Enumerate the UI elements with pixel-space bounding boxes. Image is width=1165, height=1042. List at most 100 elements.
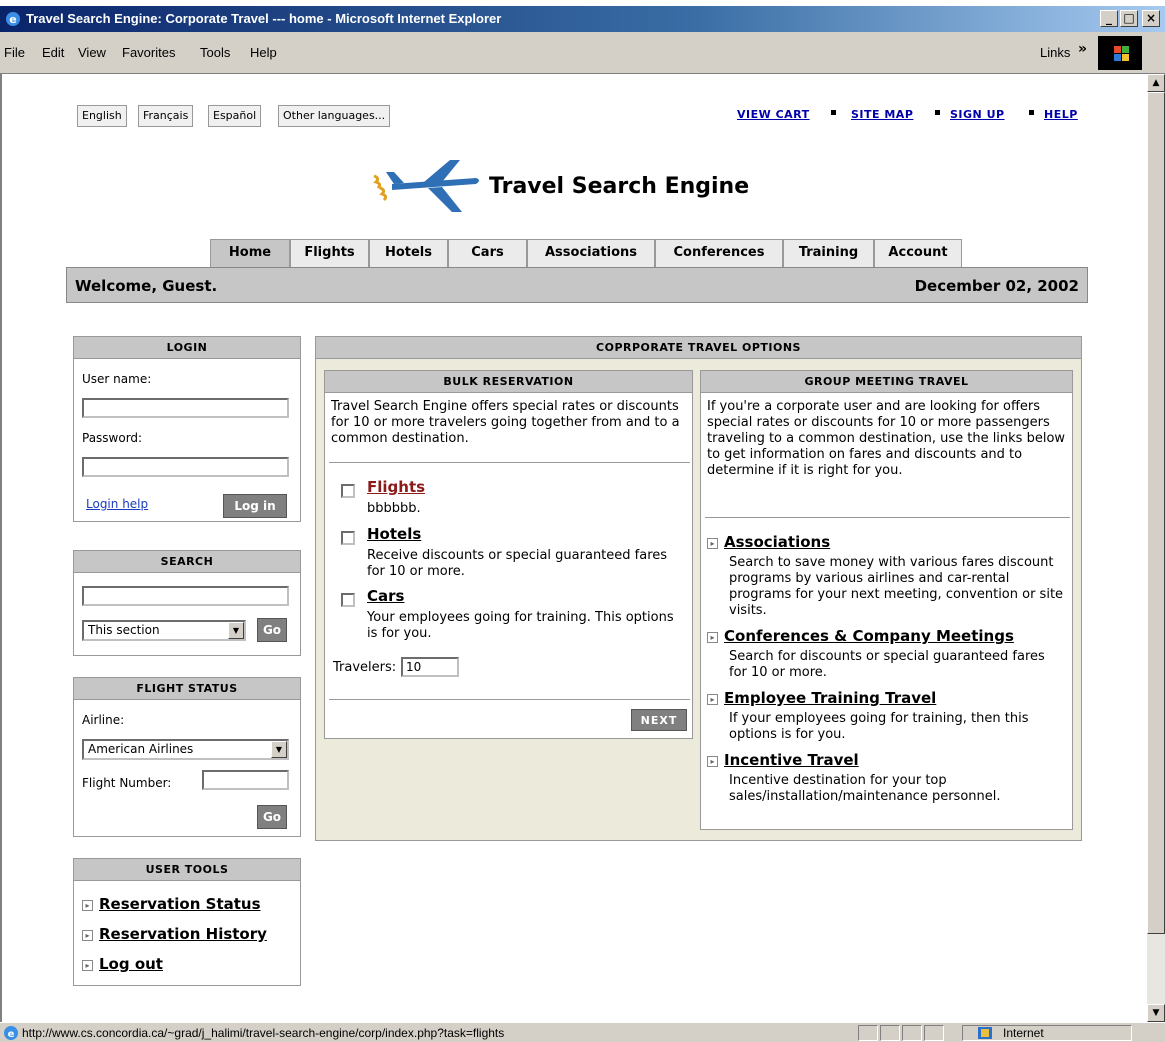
menu-help[interactable]: Help	[250, 45, 277, 60]
bulk-cars-link[interactable]: Cars	[367, 587, 404, 605]
corporate-travel-panel: COPRPORATE TRAVEL OPTIONS BULK RESERVATI…	[315, 336, 1082, 841]
airplane-logo-icon	[373, 160, 479, 212]
page-viewport: English Français Español Other languages…	[0, 74, 1147, 1022]
window-title: Travel Search Engine: Corporate Travel -…	[26, 11, 502, 26]
status-segment	[924, 1025, 944, 1041]
login-panel: LOGIN User name: Password: Login help Lo…	[73, 336, 301, 522]
group-item-associations[interactable]: ▸ Associations	[707, 533, 830, 551]
login-help-link[interactable]: Login help	[86, 497, 148, 511]
tab-home[interactable]: Home	[210, 239, 290, 267]
password-input[interactable]	[82, 457, 289, 477]
username-input[interactable]	[82, 398, 289, 418]
welcome-bar: Welcome, Guest. December 02, 2002	[66, 267, 1088, 303]
help-link[interactable]: HELP	[1044, 108, 1078, 121]
group-intro: If you're a corporate user and are looki…	[707, 399, 1066, 478]
associations-desc: Search to save money with various fares …	[729, 555, 1064, 618]
menu-file[interactable]: File	[4, 45, 25, 60]
vertical-scrollbar[interactable]: ▲ ▼	[1147, 74, 1165, 1022]
security-zone: Internet	[962, 1025, 1132, 1041]
scrollbar-thumb[interactable]	[1147, 92, 1165, 934]
bulk-flights-link[interactable]: Flights	[367, 478, 425, 496]
menu-edit[interactable]: Edit	[42, 45, 64, 60]
login-title: LOGIN	[74, 337, 300, 359]
search-go-button[interactable]: Go	[257, 618, 287, 642]
language-french[interactable]: Français	[138, 105, 194, 127]
links-toolbar[interactable]: Links	[1040, 45, 1070, 60]
group-item-conferences[interactable]: ▸ Conferences & Company Meetings	[707, 627, 1014, 645]
window-title-bar: e Travel Search Engine: Corporate Travel…	[0, 6, 1165, 32]
bulk-intro: Travel Search Engine offers special rate…	[331, 399, 680, 446]
employee-training-desc: If your employees going for training, th…	[729, 711, 1029, 742]
next-button[interactable]: NEXT	[631, 709, 687, 731]
close-button[interactable]: ×	[1142, 10, 1160, 27]
menu-bar: File Edit View Favorites Tools Help Link…	[0, 32, 1165, 74]
status-bar: e http://www.cs.concordia.ca/~grad/j_hal…	[0, 1022, 1165, 1042]
arrow-right-icon: ▸	[707, 756, 718, 767]
sign-up-link[interactable]: SIGN UP	[950, 108, 1005, 121]
reservation-status-text[interactable]: Reservation Status	[99, 895, 261, 913]
reservation-history-link[interactable]: ▸ Reservation History	[82, 925, 267, 943]
travelers-input[interactable]	[401, 657, 459, 677]
tab-associations[interactable]: Associations	[527, 239, 655, 267]
scroll-down-icon[interactable]: ▼	[1147, 1004, 1165, 1022]
globe-icon	[978, 1027, 992, 1039]
bulk-cars-desc: Your employees going for training. This …	[367, 610, 674, 641]
language-spanish[interactable]: Español	[208, 105, 262, 127]
divider	[705, 517, 1070, 518]
separator	[831, 110, 836, 115]
group-item-incentive[interactable]: ▸ Incentive Travel	[707, 751, 859, 769]
scroll-up-icon[interactable]: ▲	[1147, 74, 1165, 92]
language-other[interactable]: Other languages...	[278, 105, 391, 127]
cars-checkbox[interactable]	[341, 593, 355, 607]
reservation-history-text[interactable]: Reservation History	[99, 925, 267, 943]
arrow-right-icon: ▸	[82, 900, 93, 911]
tab-conferences[interactable]: Conferences	[655, 239, 783, 267]
menu-view[interactable]: View	[78, 45, 106, 60]
flight-status-go-button[interactable]: Go	[257, 805, 287, 829]
tab-account[interactable]: Account	[874, 239, 962, 267]
flights-checkbox[interactable]	[341, 484, 355, 498]
search-scope-select[interactable]: This section ▼	[82, 620, 246, 641]
login-button[interactable]: Log in	[223, 494, 287, 518]
menu-favorites[interactable]: Favorites	[122, 45, 175, 60]
maximize-button[interactable]: □	[1120, 10, 1138, 27]
separator	[1029, 110, 1034, 115]
view-cart-link[interactable]: VIEW CART	[737, 108, 810, 121]
hotels-checkbox[interactable]	[341, 531, 355, 545]
tab-flights[interactable]: Flights	[290, 239, 369, 267]
logout-link[interactable]: ▸ Log out	[82, 955, 163, 973]
tab-training[interactable]: Training	[783, 239, 874, 267]
tab-cars[interactable]: Cars	[448, 239, 527, 267]
flight-number-input[interactable]	[202, 770, 289, 790]
chevron-right-icon[interactable]: »	[1078, 41, 1087, 57]
reservation-status-link[interactable]: ▸ Reservation Status	[82, 895, 261, 913]
language-english[interactable]: English	[77, 105, 127, 127]
username-label: User name:	[82, 372, 152, 386]
airline-value: American Airlines	[88, 742, 194, 756]
flight-status-panel: FLIGHT STATUS Airline: American Airlines…	[73, 677, 301, 837]
logout-text[interactable]: Log out	[99, 955, 163, 973]
site-map-link[interactable]: SITE MAP	[851, 108, 913, 121]
menu-tools[interactable]: Tools	[200, 45, 230, 60]
minimize-button[interactable]: _	[1100, 10, 1118, 27]
associations-link[interactable]: Associations	[724, 533, 830, 551]
welcome-greeting: Welcome, Guest.	[75, 277, 218, 295]
bulk-hotels-link[interactable]: Hotels	[367, 525, 421, 543]
airline-select[interactable]: American Airlines ▼	[82, 739, 289, 760]
group-item-employee-training[interactable]: ▸ Employee Training Travel	[707, 689, 936, 707]
arrow-right-icon: ▸	[707, 538, 718, 549]
employee-training-link[interactable]: Employee Training Travel	[724, 689, 936, 707]
incentive-travel-desc: Incentive destination for your top sales…	[729, 773, 1001, 804]
divider	[329, 462, 690, 463]
incentive-travel-link[interactable]: Incentive Travel	[724, 751, 859, 769]
tab-hotels[interactable]: Hotels	[369, 239, 448, 267]
search-input[interactable]	[82, 586, 289, 606]
search-title: SEARCH	[74, 551, 300, 573]
flight-number-label: Flight Number:	[82, 776, 172, 790]
internet-explorer-icon: e	[6, 12, 20, 26]
conferences-link[interactable]: Conferences & Company Meetings	[724, 627, 1014, 645]
page-icon: e	[4, 1026, 18, 1040]
bulk-reservation-title: BULK RESERVATION	[325, 371, 692, 393]
arrow-right-icon: ▸	[707, 632, 718, 643]
status-url: http://www.cs.concordia.ca/~grad/j_halim…	[22, 1026, 505, 1040]
